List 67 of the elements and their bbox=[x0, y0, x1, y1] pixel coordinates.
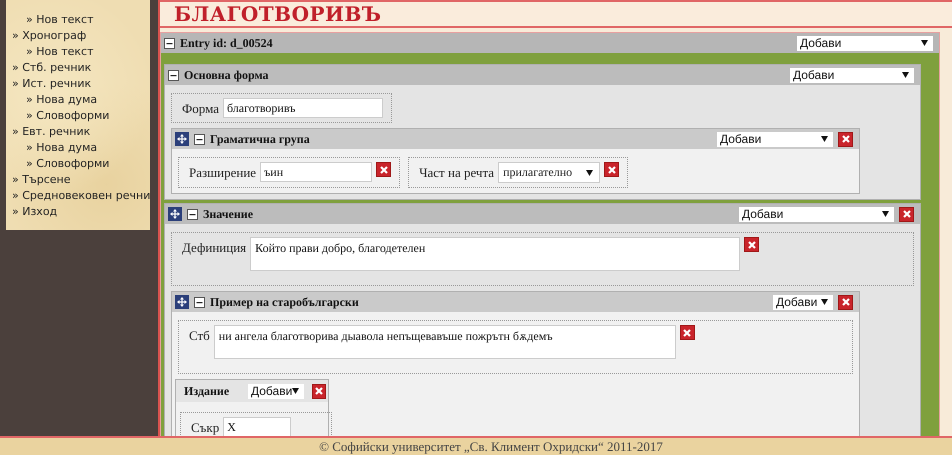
dropdown[interactable]: Добави bbox=[248, 384, 304, 398]
text-area[interactable]: ни ангела благотворива дыавола непъщевавъше пожрътн бѫдемъ bbox=[214, 325, 676, 359]
caret-icon bbox=[902, 72, 909, 78]
collapse-icon[interactable] bbox=[194, 296, 205, 308]
text-area[interactable]: Който прави добро, благодетелен bbox=[250, 237, 740, 271]
field-label: Разширение bbox=[189, 164, 256, 181]
close-icon bbox=[681, 326, 694, 338]
collapse-icon[interactable] bbox=[187, 208, 198, 220]
delete-button[interactable] bbox=[744, 237, 760, 252]
submenu-item[interactable]: » Нов текст bbox=[6, 12, 94, 28]
close-icon bbox=[840, 133, 852, 145]
submenu-item[interactable]: » Словоформи bbox=[6, 156, 110, 172]
field-label: Стб bbox=[189, 327, 210, 344]
menu-item[interactable]: » Търсене bbox=[6, 172, 70, 188]
field-label: Дефиниция bbox=[182, 239, 246, 256]
dropdown[interactable]: Добави bbox=[790, 68, 914, 82]
caret-icon bbox=[821, 136, 828, 142]
field-label: Съкр bbox=[191, 419, 220, 436]
menu-item[interactable]: » Стб. речник bbox=[6, 60, 92, 76]
submenu-item[interactable]: » Нов текст bbox=[6, 44, 94, 60]
field-label: Форма bbox=[182, 100, 219, 117]
copyright-text: © Софийски университет „Св. Климент Охридски“ 2011-2017 bbox=[319, 438, 663, 455]
dropdown[interactable]: Добави bbox=[773, 294, 833, 310]
caret-icon bbox=[586, 170, 594, 176]
dropdown[interactable]: Добави bbox=[739, 206, 894, 222]
collapse-icon[interactable] bbox=[164, 38, 175, 48]
menu-item[interactable]: » Изход bbox=[6, 204, 58, 220]
panel-title: Entry id: d_00524 bbox=[180, 36, 274, 50]
field-label: Част на речта bbox=[419, 164, 494, 181]
collapse-icon[interactable] bbox=[194, 134, 205, 144]
dropdown[interactable]: Добави bbox=[797, 36, 933, 50]
dropdown[interactable]: прилагателно bbox=[498, 162, 600, 183]
delete-button[interactable] bbox=[838, 132, 853, 146]
panel-title: Пример на старобългарски bbox=[210, 294, 360, 310]
collapse-icon[interactable] bbox=[168, 70, 179, 80]
caret-icon bbox=[292, 388, 300, 394]
delete-button[interactable] bbox=[604, 162, 620, 177]
delete-button[interactable] bbox=[899, 206, 914, 222]
panel-title: Издание bbox=[184, 384, 230, 398]
menu-item[interactable]: » Хронограф bbox=[6, 28, 86, 44]
delete-button[interactable] bbox=[680, 325, 695, 340]
menu-item[interactable]: » Евт. речник bbox=[6, 124, 90, 140]
delete-button[interactable] bbox=[312, 384, 326, 398]
caret-icon bbox=[882, 211, 889, 217]
panel-title: Значение bbox=[203, 206, 254, 222]
caret-icon bbox=[821, 299, 828, 305]
close-icon bbox=[746, 238, 758, 250]
panel-title: Граматична група bbox=[210, 132, 311, 146]
menu-item[interactable]: » Средновековен речни bbox=[6, 188, 150, 204]
close-icon bbox=[840, 296, 852, 308]
close-icon bbox=[378, 164, 390, 176]
submenu-item[interactable]: » Нова дума bbox=[6, 140, 98, 156]
dropdown[interactable]: Добави bbox=[717, 132, 833, 146]
panel-title: Основна форма bbox=[184, 68, 270, 82]
text-field[interactable]: ъин bbox=[260, 162, 372, 182]
delete-button[interactable] bbox=[376, 162, 392, 177]
submenu-item[interactable]: » Нова дума bbox=[6, 92, 98, 108]
text-field[interactable]: X bbox=[223, 417, 292, 436]
delete-button[interactable] bbox=[838, 294, 853, 310]
submenu-item[interactable]: » Словоформи bbox=[6, 108, 110, 124]
menu-item[interactable]: » Ист. речник bbox=[6, 76, 92, 92]
close-icon bbox=[313, 385, 326, 397]
headword-title: БЛАГОТВОРИВЪ bbox=[174, 2, 382, 26]
close-icon bbox=[900, 208, 912, 220]
close-icon bbox=[606, 164, 618, 176]
caret-icon bbox=[921, 40, 928, 46]
text-field[interactable]: благотворивъ bbox=[222, 98, 383, 118]
